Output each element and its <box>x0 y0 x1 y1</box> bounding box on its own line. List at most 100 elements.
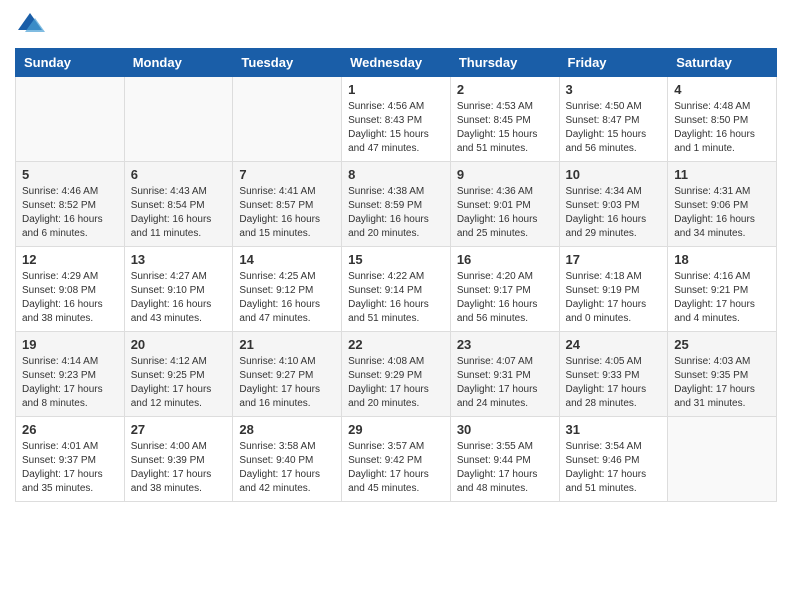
day-number: 11 <box>674 167 770 182</box>
calendar-cell: 22 Sunrise: 4:08 AMSunset: 9:29 PMDayligh… <box>342 332 451 417</box>
calendar-cell: 14 Sunrise: 4:25 AMSunset: 9:12 PMDayligh… <box>233 247 342 332</box>
calendar-cell <box>124 77 233 162</box>
day-info: Sunrise: 4:46 AMSunset: 8:52 PMDaylight:… <box>22 185 118 241</box>
calendar-week-row: 26 Sunrise: 4:01 AMSunset: 9:37 PMDayligh… <box>16 417 777 502</box>
day-of-week-header: Wednesday <box>342 49 451 77</box>
day-info: Sunrise: 3:55 AMSunset: 9:44 PMDaylight:… <box>457 440 553 496</box>
day-number: 7 <box>239 167 335 182</box>
calendar-cell: 11 Sunrise: 4:31 AMSunset: 9:06 PMDayligh… <box>668 162 777 247</box>
day-number: 12 <box>22 252 118 267</box>
calendar-cell: 21 Sunrise: 4:10 AMSunset: 9:27 PMDayligh… <box>233 332 342 417</box>
calendar-cell: 25 Sunrise: 4:03 AMSunset: 9:35 PMDayligh… <box>668 332 777 417</box>
day-number: 24 <box>566 337 662 352</box>
day-info: Sunrise: 4:05 AMSunset: 9:33 PMDaylight:… <box>566 355 662 411</box>
day-info: Sunrise: 4:27 AMSunset: 9:10 PMDaylight:… <box>131 270 227 326</box>
day-info: Sunrise: 4:01 AMSunset: 9:37 PMDaylight:… <box>22 440 118 496</box>
calendar-cell: 28 Sunrise: 3:58 AMSunset: 9:40 PMDayligh… <box>233 417 342 502</box>
day-number: 21 <box>239 337 335 352</box>
calendar-cell: 27 Sunrise: 4:00 AMSunset: 9:39 PMDayligh… <box>124 417 233 502</box>
day-info: Sunrise: 4:03 AMSunset: 9:35 PMDaylight:… <box>674 355 770 411</box>
calendar-cell: 1 Sunrise: 4:56 AMSunset: 8:43 PMDaylight… <box>342 77 451 162</box>
calendar-cell: 19Sunrise: 4:14 AMSunset: 9:23 PMDayligh… <box>16 332 125 417</box>
day-number: 28 <box>239 422 335 437</box>
calendar-cell: 10Sunrise: 4:34 AMSunset: 9:03 PMDayligh… <box>559 162 668 247</box>
day-info: Sunrise: 4:18 AMSunset: 9:19 PMDaylight:… <box>566 270 662 326</box>
logo-icon <box>15 10 45 40</box>
day-info: Sunrise: 4:20 AMSunset: 9:17 PMDaylight:… <box>457 270 553 326</box>
day-number: 20 <box>131 337 227 352</box>
calendar-cell: 12Sunrise: 4:29 AMSunset: 9:08 PMDayligh… <box>16 247 125 332</box>
day-info: Sunrise: 4:00 AMSunset: 9:39 PMDaylight:… <box>131 440 227 496</box>
calendar-cell: 18 Sunrise: 4:16 AMSunset: 9:21 PMDayligh… <box>668 247 777 332</box>
day-info: Sunrise: 4:56 AMSunset: 8:43 PMDaylight:… <box>348 100 444 156</box>
day-number: 26 <box>22 422 118 437</box>
day-info: Sunrise: 4:50 AMSunset: 8:47 PMDaylight:… <box>566 100 662 156</box>
day-number: 22 <box>348 337 444 352</box>
day-info: Sunrise: 4:14 AMSunset: 9:23 PMDaylight:… <box>22 355 118 411</box>
day-number: 16 <box>457 252 553 267</box>
calendar-cell: 24 Sunrise: 4:05 AMSunset: 9:33 PMDayligh… <box>559 332 668 417</box>
day-number: 15 <box>348 252 444 267</box>
day-number: 27 <box>131 422 227 437</box>
day-number: 9 <box>457 167 553 182</box>
day-info: Sunrise: 4:16 AMSunset: 9:21 PMDaylight:… <box>674 270 770 326</box>
calendar-cell <box>16 77 125 162</box>
calendar-table: SundayMondayTuesdayWednesdayThursdayFrid… <box>15 48 777 502</box>
day-info: Sunrise: 4:48 AMSunset: 8:50 PMDaylight:… <box>674 100 770 156</box>
logo <box>15 10 47 40</box>
day-info: Sunrise: 4:53 AMSunset: 8:45 PMDaylight:… <box>457 100 553 156</box>
day-number: 14 <box>239 252 335 267</box>
day-info: Sunrise: 4:38 AMSunset: 8:59 PMDaylight:… <box>348 185 444 241</box>
day-info: Sunrise: 4:08 AMSunset: 9:29 PMDaylight:… <box>348 355 444 411</box>
day-of-week-header: Sunday <box>16 49 125 77</box>
calendar-cell: 17 Sunrise: 4:18 AMSunset: 9:19 PMDayligh… <box>559 247 668 332</box>
page-header <box>15 10 777 40</box>
calendar-week-row: 1 Sunrise: 4:56 AMSunset: 8:43 PMDaylight… <box>16 77 777 162</box>
calendar-cell: 6 Sunrise: 4:43 AMSunset: 8:54 PMDaylight… <box>124 162 233 247</box>
calendar-week-row: 12Sunrise: 4:29 AMSunset: 9:08 PMDayligh… <box>16 247 777 332</box>
day-number: 5 <box>22 167 118 182</box>
calendar-cell: 13 Sunrise: 4:27 AMSunset: 9:10 PMDayligh… <box>124 247 233 332</box>
day-number: 4 <box>674 82 770 97</box>
calendar-cell <box>668 417 777 502</box>
calendar-week-row: 5 Sunrise: 4:46 AMSunset: 8:52 PMDaylight… <box>16 162 777 247</box>
day-info: Sunrise: 4:12 AMSunset: 9:25 PMDaylight:… <box>131 355 227 411</box>
day-number: 18 <box>674 252 770 267</box>
calendar-cell: 20 Sunrise: 4:12 AMSunset: 9:25 PMDayligh… <box>124 332 233 417</box>
calendar-cell: 3Sunrise: 4:50 AMSunset: 8:47 PMDaylight… <box>559 77 668 162</box>
calendar-cell: 16 Sunrise: 4:20 AMSunset: 9:17 PMDayligh… <box>450 247 559 332</box>
day-number: 25 <box>674 337 770 352</box>
day-number: 2 <box>457 82 553 97</box>
calendar-cell: 2 Sunrise: 4:53 AMSunset: 8:45 PMDaylight… <box>450 77 559 162</box>
day-info: Sunrise: 4:25 AMSunset: 9:12 PMDaylight:… <box>239 270 335 326</box>
day-info: Sunrise: 4:43 AMSunset: 8:54 PMDaylight:… <box>131 185 227 241</box>
day-of-week-header: Monday <box>124 49 233 77</box>
day-info: Sunrise: 4:10 AMSunset: 9:27 PMDaylight:… <box>239 355 335 411</box>
calendar-cell: 26 Sunrise: 4:01 AMSunset: 9:37 PMDayligh… <box>16 417 125 502</box>
calendar-cell: 5 Sunrise: 4:46 AMSunset: 8:52 PMDaylight… <box>16 162 125 247</box>
day-of-week-header: Saturday <box>668 49 777 77</box>
calendar-cell: 8 Sunrise: 4:38 AMSunset: 8:59 PMDaylight… <box>342 162 451 247</box>
day-info: Sunrise: 4:07 AMSunset: 9:31 PMDaylight:… <box>457 355 553 411</box>
day-number: 31 <box>566 422 662 437</box>
day-of-week-header: Tuesday <box>233 49 342 77</box>
day-info: Sunrise: 4:22 AMSunset: 9:14 PMDaylight:… <box>348 270 444 326</box>
day-number: 29 <box>348 422 444 437</box>
day-number: 8 <box>348 167 444 182</box>
day-info: Sunrise: 3:58 AMSunset: 9:40 PMDaylight:… <box>239 440 335 496</box>
day-number: 1 <box>348 82 444 97</box>
calendar-cell: 31 Sunrise: 3:54 AMSunset: 9:46 PMDayligh… <box>559 417 668 502</box>
day-info: Sunrise: 4:41 AMSunset: 8:57 PMDaylight:… <box>239 185 335 241</box>
day-info: Sunrise: 3:54 AMSunset: 9:46 PMDaylight:… <box>566 440 662 496</box>
calendar-cell <box>233 77 342 162</box>
day-info: Sunrise: 4:31 AMSunset: 9:06 PMDaylight:… <box>674 185 770 241</box>
calendar-cell: 9Sunrise: 4:36 AMSunset: 9:01 PMDaylight… <box>450 162 559 247</box>
day-number: 6 <box>131 167 227 182</box>
calendar-week-row: 19Sunrise: 4:14 AMSunset: 9:23 PMDayligh… <box>16 332 777 417</box>
calendar-cell: 30Sunrise: 3:55 AMSunset: 9:44 PMDayligh… <box>450 417 559 502</box>
day-number: 13 <box>131 252 227 267</box>
calendar-cell: 29Sunrise: 3:57 AMSunset: 9:42 PMDayligh… <box>342 417 451 502</box>
day-number: 10 <box>566 167 662 182</box>
day-number: 17 <box>566 252 662 267</box>
calendar-cell: 23Sunrise: 4:07 AMSunset: 9:31 PMDayligh… <box>450 332 559 417</box>
